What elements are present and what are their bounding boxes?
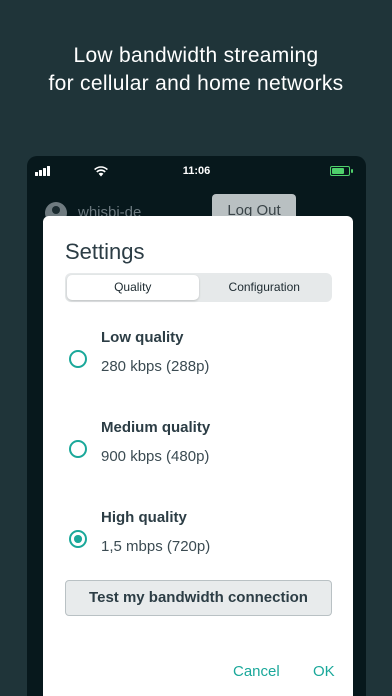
ok-button[interactable]: OK: [313, 663, 335, 680]
option-medium-quality[interactable]: Medium quality 900 kbps (480p): [65, 419, 332, 489]
settings-dialog: Settings Quality Configuration Low quali…: [43, 216, 353, 696]
headline-line-1: Low bandwidth streaming: [73, 44, 319, 67]
option-title: Medium quality: [101, 419, 211, 436]
option-detail: 1,5 mbps (720p): [101, 538, 211, 555]
radio-button-selected-icon[interactable]: [69, 530, 87, 548]
option-detail: 900 kbps (480p): [101, 448, 210, 465]
option-title: High quality: [101, 509, 187, 526]
battery-charging-icon: [330, 166, 353, 176]
headline: Low bandwidth streaming for cellular and…: [0, 42, 392, 98]
status-bar: 11:06: [27, 156, 366, 186]
option-detail: 280 kbps (288p): [101, 358, 210, 375]
radio-button-icon[interactable]: [69, 440, 87, 458]
status-time: 11:06: [182, 165, 211, 177]
tab-configuration[interactable]: Configuration: [199, 275, 331, 300]
tab-quality[interactable]: Quality: [67, 275, 199, 300]
option-high-quality[interactable]: High quality 1,5 mbps (720p): [65, 509, 332, 579]
settings-tabs: Quality Configuration: [65, 273, 332, 302]
radio-button-icon[interactable]: [69, 350, 87, 368]
cancel-button[interactable]: Cancel: [233, 663, 280, 680]
dialog-title: Settings: [65, 239, 145, 264]
option-low-quality[interactable]: Low quality 280 kbps (288p): [65, 329, 332, 399]
option-title: Low quality: [101, 329, 184, 346]
headline-line-2: for cellular and home networks: [48, 72, 344, 95]
test-bandwidth-button[interactable]: Test my bandwidth connection: [65, 580, 332, 616]
